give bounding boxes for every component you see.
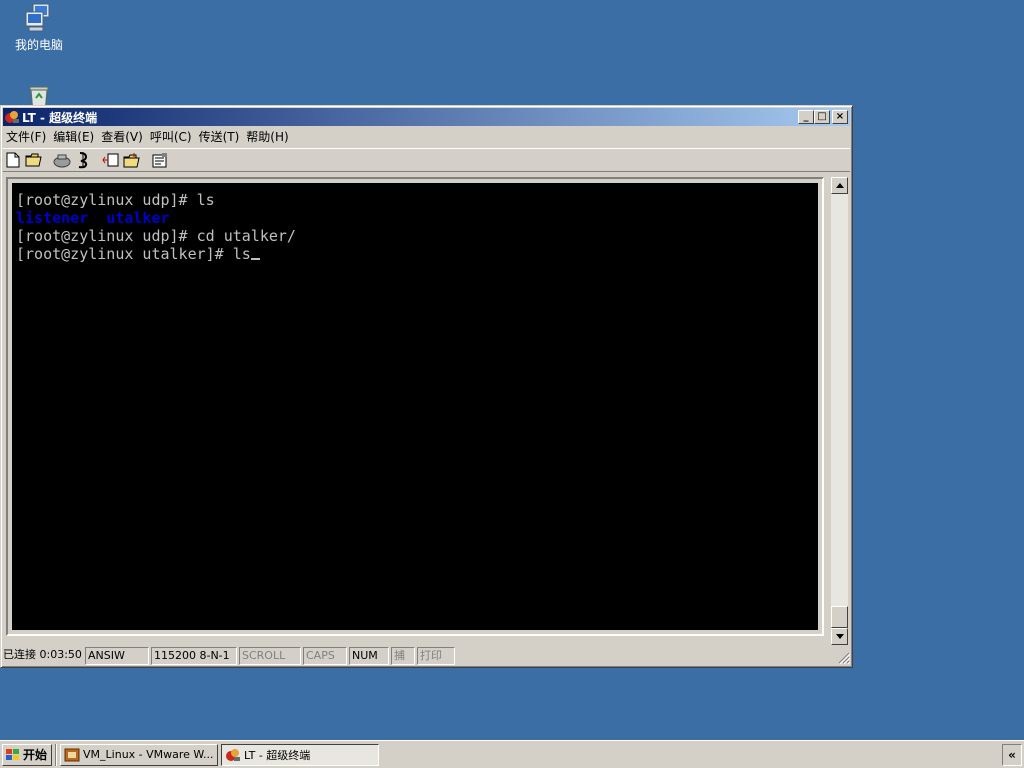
call-button[interactable] [52,150,72,170]
minimize-button[interactable]: _ [798,110,814,124]
task-vmware[interactable]: VM_Linux - VMware W... [60,743,219,766]
status-scroll: SCROLL [239,647,301,665]
menu-file[interactable]: 文件(F) [3,128,50,145]
receive-icon [123,153,140,168]
start-label: 开始 [23,748,48,762]
open-folder-icon [25,153,42,167]
menu-help[interactable]: 帮助(H) [243,128,292,145]
terminal-line: [root@zylinux udp]# cd utalker/ [16,227,296,245]
resize-grip-icon[interactable] [838,652,851,665]
hyperterminal-window: LT - 超级终端 _ □ × 文件(F) 编辑(E) 查看(V) 呼叫(C) … [0,105,853,668]
vertical-scrollbar[interactable] [831,177,848,645]
toolbar [3,148,850,172]
call-icon [53,154,71,168]
scroll-down-icon [835,634,844,639]
desktop-icon-my-computer[interactable]: 我的电脑 [7,2,71,53]
terminal-line: [root@zylinux udp]# ls [16,191,215,209]
disconnect-button[interactable] [73,150,93,170]
send-icon [102,153,119,167]
disconnect-icon [78,152,88,169]
menu-edit[interactable]: 编辑(E) [50,128,98,145]
start-button[interactable]: 开始 [2,743,53,766]
double-chevron-left-icon: « [1008,748,1016,762]
minimize-icon: _ [803,111,809,122]
hyperterminal-icon [226,748,241,761]
scroll-thumb[interactable] [831,606,848,628]
task-label: VM_Linux - VMware W... [83,748,214,761]
receive-button[interactable] [122,150,142,170]
menu-bar: 文件(F) 编辑(E) 查看(V) 呼叫(C) 传送(T) 帮助(H) [3,127,850,146]
scroll-up-icon [835,183,844,188]
properties-button[interactable] [150,150,170,170]
close-button[interactable]: × [832,110,848,124]
new-document-icon [6,152,20,168]
status-port-settings: 115200 8-N-1 [151,647,237,665]
status-capture: 捕 [391,647,415,665]
open-button[interactable] [24,150,44,170]
scroll-down-button[interactable] [831,628,848,645]
window-titlebar[interactable]: LT - 超级终端 _ □ × [3,108,850,126]
status-print: 打印 [417,647,455,665]
taskbar: 开始 VM_Linux - VMware W... LT - 超级终端 « [0,740,1024,768]
terminal-line: listener utalker [16,209,818,227]
windows-logo-icon [6,748,19,760]
window-title: LT - 超级终端 [22,110,98,125]
menu-view[interactable]: 查看(V) [98,128,147,145]
terminal-screen[interactable]: [root@zylinux udp]# ls listener utalker [r… [12,183,818,630]
vmware-icon [64,748,80,761]
new-button[interactable] [3,150,23,170]
task-hyperterminal[interactable]: LT - 超级终端 [221,743,380,766]
properties-icon [152,153,167,168]
status-num: NUM [349,647,389,665]
status-connection: 已连接 0:03:50 [3,648,82,661]
terminal-line: [root@zylinux utalker]# ls [16,245,818,263]
status-bar: 已连接 0:03:50 ANSIW 115200 8-N-1 SCROLL CA… [1,646,852,666]
menu-transfer[interactable]: 传送(T) [196,128,244,145]
hyperterminal-icon [4,109,20,125]
close-icon: × [835,111,845,122]
maximize-icon: □ [817,111,827,122]
desktop-icon-label: 我的电脑 [14,38,63,52]
send-button[interactable] [101,150,121,170]
maximize-button[interactable]: □ [814,110,830,124]
directory-entry: listener [16,209,89,227]
my-computer-icon [23,2,55,34]
terminal-frame: [root@zylinux udp]# ls listener utalker [r… [6,177,824,636]
status-emulation: ANSIW [85,647,149,665]
tray-expand-button[interactable]: « [1002,744,1022,766]
status-caps: CAPS [303,647,347,665]
task-label: LT - 超级终端 [244,748,311,762]
terminal-prompt-text: [root@zylinux utalker]# ls [16,245,251,263]
menu-call[interactable]: 呼叫(C) [147,128,196,145]
scroll-up-button[interactable] [831,177,848,194]
text-cursor [250,246,260,260]
directory-entry: utalker [106,209,170,227]
